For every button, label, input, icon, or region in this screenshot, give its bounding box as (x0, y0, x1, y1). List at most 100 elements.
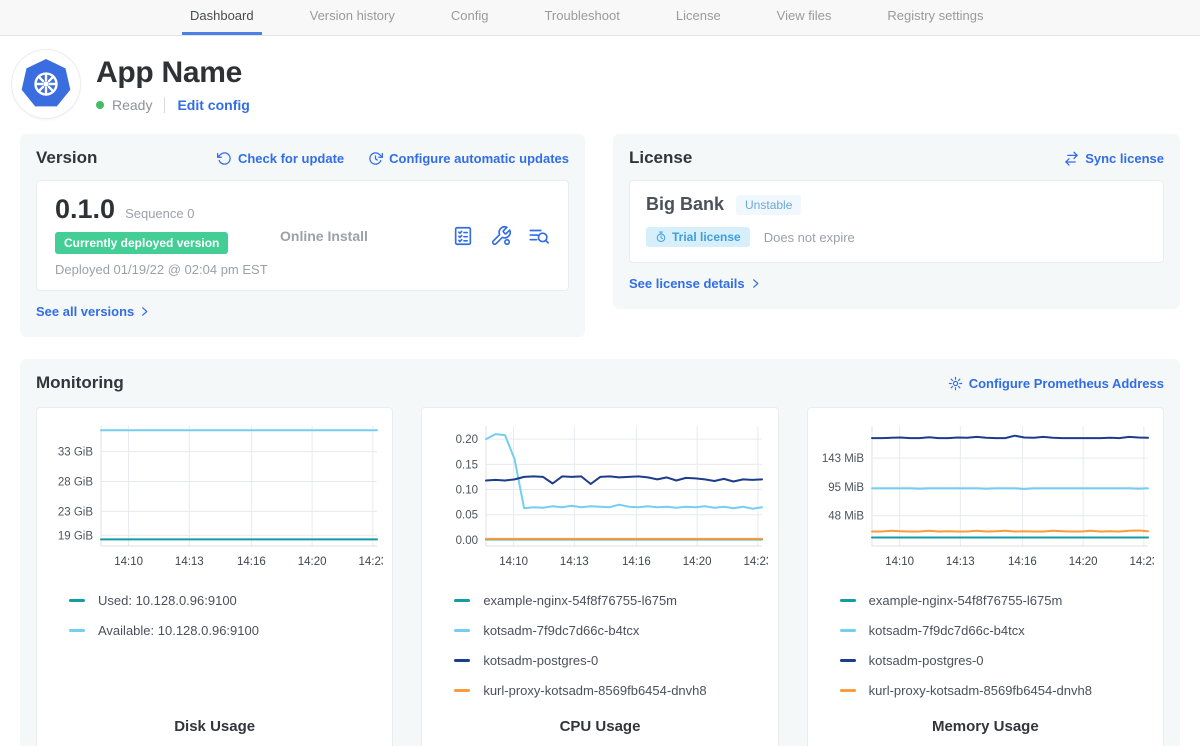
legend-label: example-nginx-54f8f76755-l675m (869, 593, 1063, 608)
license-details-row: Big Bank Unstable Trial license Does not… (629, 180, 1164, 263)
legend-item: Available: 10.128.0.96:9100 (69, 623, 384, 638)
chart-title: CPU Usage (430, 698, 769, 735)
svg-text:0.15: 0.15 (456, 459, 478, 471)
tab-config[interactable]: Config (443, 0, 497, 35)
svg-text:143 MiB: 143 MiB (821, 453, 864, 465)
top-nav: Dashboard Version history Config Troublesho… (0, 0, 1200, 36)
svg-text:14:23: 14:23 (744, 556, 769, 568)
legend-swatch (69, 629, 85, 632)
refresh-icon (217, 151, 232, 166)
license-type-label: Trial license (672, 230, 741, 244)
legend-label: example-nginx-54f8f76755-l675m (483, 593, 677, 608)
memory-usage-legend: example-nginx-54f8f76755-l675m kotsadm-7f… (840, 578, 1155, 698)
sync-license-label: Sync license (1085, 151, 1164, 166)
legend-swatch (454, 629, 470, 632)
version-card-actions: Check for update Configure automatic upd… (217, 151, 569, 166)
svg-text:23 GiB: 23 GiB (58, 506, 93, 518)
legend-label: kotsadm-7f9dc7d66c-b4tcx (483, 623, 639, 638)
svg-text:14:13: 14:13 (946, 556, 975, 568)
legend-label: Available: 10.128.0.96:9100 (98, 623, 259, 638)
sync-license-button[interactable]: Sync license (1064, 151, 1164, 166)
nav-tabs: Dashboard Version history Config Troublesho… (0, 0, 1200, 35)
version-card: Version Check for update Configure autom… (20, 134, 585, 337)
legend-label: Used: 10.128.0.96:9100 (98, 593, 237, 608)
legend-label: kurl-proxy-kotsadm-8569fb6454-dnvh8 (483, 683, 706, 698)
see-all-versions-link[interactable]: See all versions (36, 304, 150, 319)
cards-row: Version Check for update Configure autom… (0, 118, 1200, 337)
svg-text:14:16: 14:16 (237, 556, 266, 568)
legend-swatch (454, 689, 470, 692)
divider (164, 97, 165, 113)
svg-text:0.05: 0.05 (456, 510, 478, 522)
configure-prometheus-button[interactable]: Configure Prometheus Address (948, 376, 1164, 391)
kubernetes-icon (20, 58, 72, 110)
svg-text:48 MiB: 48 MiB (828, 511, 864, 523)
legend-item: kotsadm-postgres-0 (840, 653, 1155, 668)
legend-label: kotsadm-postgres-0 (869, 653, 984, 668)
tab-registry-settings[interactable]: Registry settings (879, 0, 991, 35)
sync-icon (1064, 151, 1079, 166)
svg-text:14:20: 14:20 (683, 556, 712, 568)
see-license-details-link[interactable]: See license details (629, 276, 761, 291)
install-type-label: Online Install (280, 228, 452, 244)
svg-text:14:23: 14:23 (358, 556, 383, 568)
status-dot (96, 101, 104, 109)
legend-swatch (454, 599, 470, 602)
legend-item: kotsadm-7f9dc7d66c-b4tcx (840, 623, 1155, 638)
svg-text:14:10: 14:10 (114, 556, 143, 568)
cpu-usage-legend: example-nginx-54f8f76755-l675m kotsadm-7f… (454, 578, 769, 698)
svg-text:14:20: 14:20 (1068, 556, 1097, 568)
tab-version-history[interactable]: Version history (302, 0, 403, 35)
license-card: License Sync license Big Bank Unstable (613, 134, 1180, 309)
app-logo (12, 50, 80, 118)
svg-text:14:10: 14:10 (500, 556, 529, 568)
app-status-row: Ready Edit config (96, 97, 250, 113)
svg-text:14:20: 14:20 (298, 556, 327, 568)
chart-title: Memory Usage (816, 698, 1155, 735)
version-number: 0.1.0 (55, 194, 115, 225)
legend-item: kotsadm-7f9dc7d66c-b4tcx (454, 623, 769, 638)
svg-text:14:16: 14:16 (622, 556, 651, 568)
svg-text:14:23: 14:23 (1129, 556, 1154, 568)
tab-license[interactable]: License (668, 0, 729, 35)
legend-label: kotsadm-postgres-0 (483, 653, 598, 668)
version-info: 0.1.0 Sequence 0 Currently deployed vers… (55, 194, 280, 277)
svg-text:28 GiB: 28 GiB (58, 477, 93, 489)
sequence-label: Sequence 0 (125, 206, 194, 221)
edit-config-icon[interactable] (490, 225, 512, 247)
license-customer: Big Bank (646, 194, 724, 215)
check-for-update-button[interactable]: Check for update (217, 151, 344, 166)
disk-usage-legend: Used: 10.128.0.96:9100 Available: 10.128.… (69, 578, 384, 638)
preflight-checks-icon[interactable] (452, 225, 474, 247)
version-card-title: Version (36, 148, 97, 168)
legend-item: kurl-proxy-kotsadm-8569fb6454-dnvh8 (840, 683, 1155, 698)
license-card-title: License (629, 148, 692, 168)
chevron-right-icon (750, 278, 761, 289)
check-for-update-label: Check for update (238, 151, 344, 166)
app-meta: App Name Ready Edit config (96, 50, 250, 113)
svg-text:33 GiB: 33 GiB (58, 447, 93, 459)
kots-admin-dashboard: Dashboard Version history Config Troublesho… (0, 0, 1200, 746)
legend-label: kotsadm-7f9dc7d66c-b4tcx (869, 623, 1025, 638)
legend-swatch (840, 659, 856, 662)
configure-automatic-updates-button[interactable]: Configure automatic updates (368, 151, 569, 166)
legend-swatch (840, 629, 856, 632)
tab-troubleshoot[interactable]: Troubleshoot (536, 0, 627, 35)
see-license-details-label: See license details (629, 276, 745, 291)
see-all-versions-label: See all versions (36, 304, 134, 319)
tab-view-files[interactable]: View files (769, 0, 840, 35)
edit-config-link[interactable]: Edit config (177, 97, 249, 113)
tab-dashboard[interactable]: Dashboard (182, 0, 262, 35)
svg-text:14:16: 14:16 (1008, 556, 1037, 568)
app-title: App Name (96, 56, 250, 90)
gear-icon (948, 376, 963, 391)
disk-usage-card: 14:1014:1314:1614:2014:2333 GiB28 GiB23 … (36, 407, 393, 746)
legend-swatch (840, 689, 856, 692)
deployed-timestamp: Deployed 01/19/22 @ 02:04 pm EST (55, 262, 280, 277)
deploy-logs-icon[interactable] (528, 225, 550, 247)
svg-text:14:10: 14:10 (885, 556, 914, 568)
app-header: App Name Ready Edit config (0, 36, 1200, 118)
license-card-header: License Sync license (629, 148, 1164, 168)
stopwatch-icon (655, 231, 667, 243)
svg-text:14:13: 14:13 (560, 556, 589, 568)
